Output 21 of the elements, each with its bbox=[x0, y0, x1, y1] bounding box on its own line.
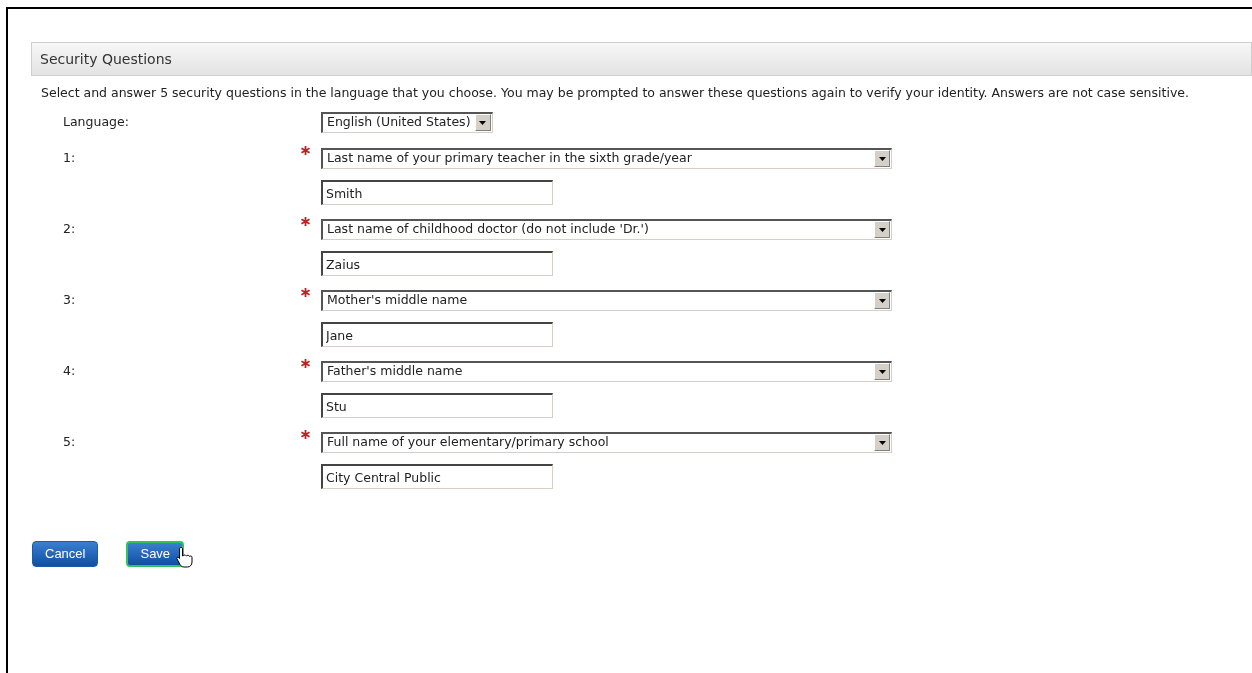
question-dropdown[interactable]: Last name of your primary teacher in the sixth grade/year bbox=[321, 147, 892, 169]
cancel-button[interactable]: Cancel bbox=[32, 541, 99, 567]
question-dropdown[interactable]: Mother's middle name bbox=[321, 289, 892, 311]
answer-field[interactable]: City Central Public bbox=[321, 464, 553, 489]
question-number: 2: bbox=[62, 219, 77, 238]
question-dropdown[interactable]: Last name of childhood doctor (do not include 'Dr.') bbox=[321, 218, 892, 240]
question-number: 1: bbox=[62, 148, 77, 167]
answer-field[interactable]: Jane bbox=[321, 322, 553, 347]
instructions-text: Select and answer 5 security questions in the language that you choose. You may be prompted to answer these questions again to verify your identity. Answers are not case sensitive. bbox=[40, 85, 1190, 100]
question-number: 5: bbox=[62, 432, 77, 451]
answer-field[interactable]: Stu bbox=[321, 393, 553, 418]
hand-cursor-icon bbox=[176, 546, 195, 568]
section-title: Security Questions bbox=[40, 49, 172, 69]
question-number: 3: bbox=[62, 290, 77, 309]
language-label: Language: bbox=[62, 112, 130, 131]
language-dropdown[interactable]: English (United States) bbox=[321, 111, 493, 133]
question-dropdown[interactable]: Full name of your elementary/primary school bbox=[321, 431, 892, 453]
answer-field[interactable]: Zaius bbox=[321, 251, 553, 276]
question-dropdown[interactable]: Father's middle name bbox=[321, 360, 892, 382]
question-number: 4: bbox=[62, 361, 77, 380]
answer-field[interactable]: Smith bbox=[321, 180, 553, 205]
